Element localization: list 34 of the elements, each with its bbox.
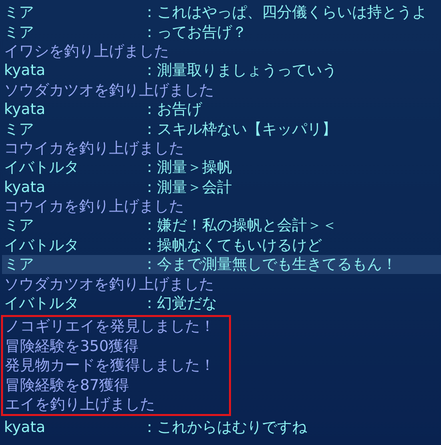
- speaker-name: ミア: [3, 255, 35, 274]
- chat-message: ：測量取りましょうっていう: [142, 61, 337, 80]
- chat-message: ：お告げ: [142, 100, 202, 120]
- chat-message: ：測量＞操帆: [142, 158, 232, 178]
- speaker-name: kyata: [3, 418, 46, 438]
- chat-message: ：測量＞会計: [142, 178, 232, 197]
- system-message: 発見物カードを獲得しました！: [4, 356, 215, 376]
- system-message: 冒険経験を350獲得: [4, 336, 139, 356]
- chat-message: ：これからはむりですね: [142, 418, 307, 438]
- system-message: イワシを釣り上げました: [3, 42, 169, 61]
- system-message: コウイカを釣り上げました: [3, 138, 184, 158]
- system-message: エイを釣り上げました: [4, 395, 155, 414]
- chat-message: ：嫌だ！私の操帆と会計＞＜: [142, 216, 337, 236]
- chat-message: ：今まで測量無しでも生きてるもん！: [142, 255, 397, 274]
- system-message: コウイカを釣り上げました: [3, 197, 184, 216]
- chat-message: ：スキル枠ない【キッパリ】: [142, 120, 337, 139]
- chat-message: ：これはやっぱ、四分儀くらいは持とうよ: [142, 3, 427, 22]
- chat-message: ：幻覚だな: [142, 294, 217, 314]
- system-message: ノコギリエイを発見しました！: [4, 317, 215, 336]
- speaker-name: イバトルタ: [3, 294, 80, 314]
- speaker-name: kyata: [3, 100, 46, 120]
- speaker-name: イバトルタ: [3, 236, 80, 255]
- speaker-name: kyata: [3, 61, 46, 80]
- system-message: ソウダカツオを釣り上げました: [3, 274, 214, 294]
- speaker-name: ミア: [3, 120, 35, 139]
- speaker-name: イバトルタ: [3, 158, 80, 178]
- system-message: 冒険経験を87獲得: [4, 376, 130, 395]
- speaker-name: ミア: [3, 3, 35, 22]
- speaker-name: ミア: [3, 22, 35, 42]
- chat-message: ：操帆なくてもいけるけど: [142, 236, 322, 255]
- speaker-name: ミア: [3, 216, 35, 236]
- chat-message: ：ってお告げ？: [142, 22, 247, 42]
- system-message: ソウダカツオを釣り上げました: [3, 80, 214, 100]
- speaker-name: kyata: [3, 178, 46, 197]
